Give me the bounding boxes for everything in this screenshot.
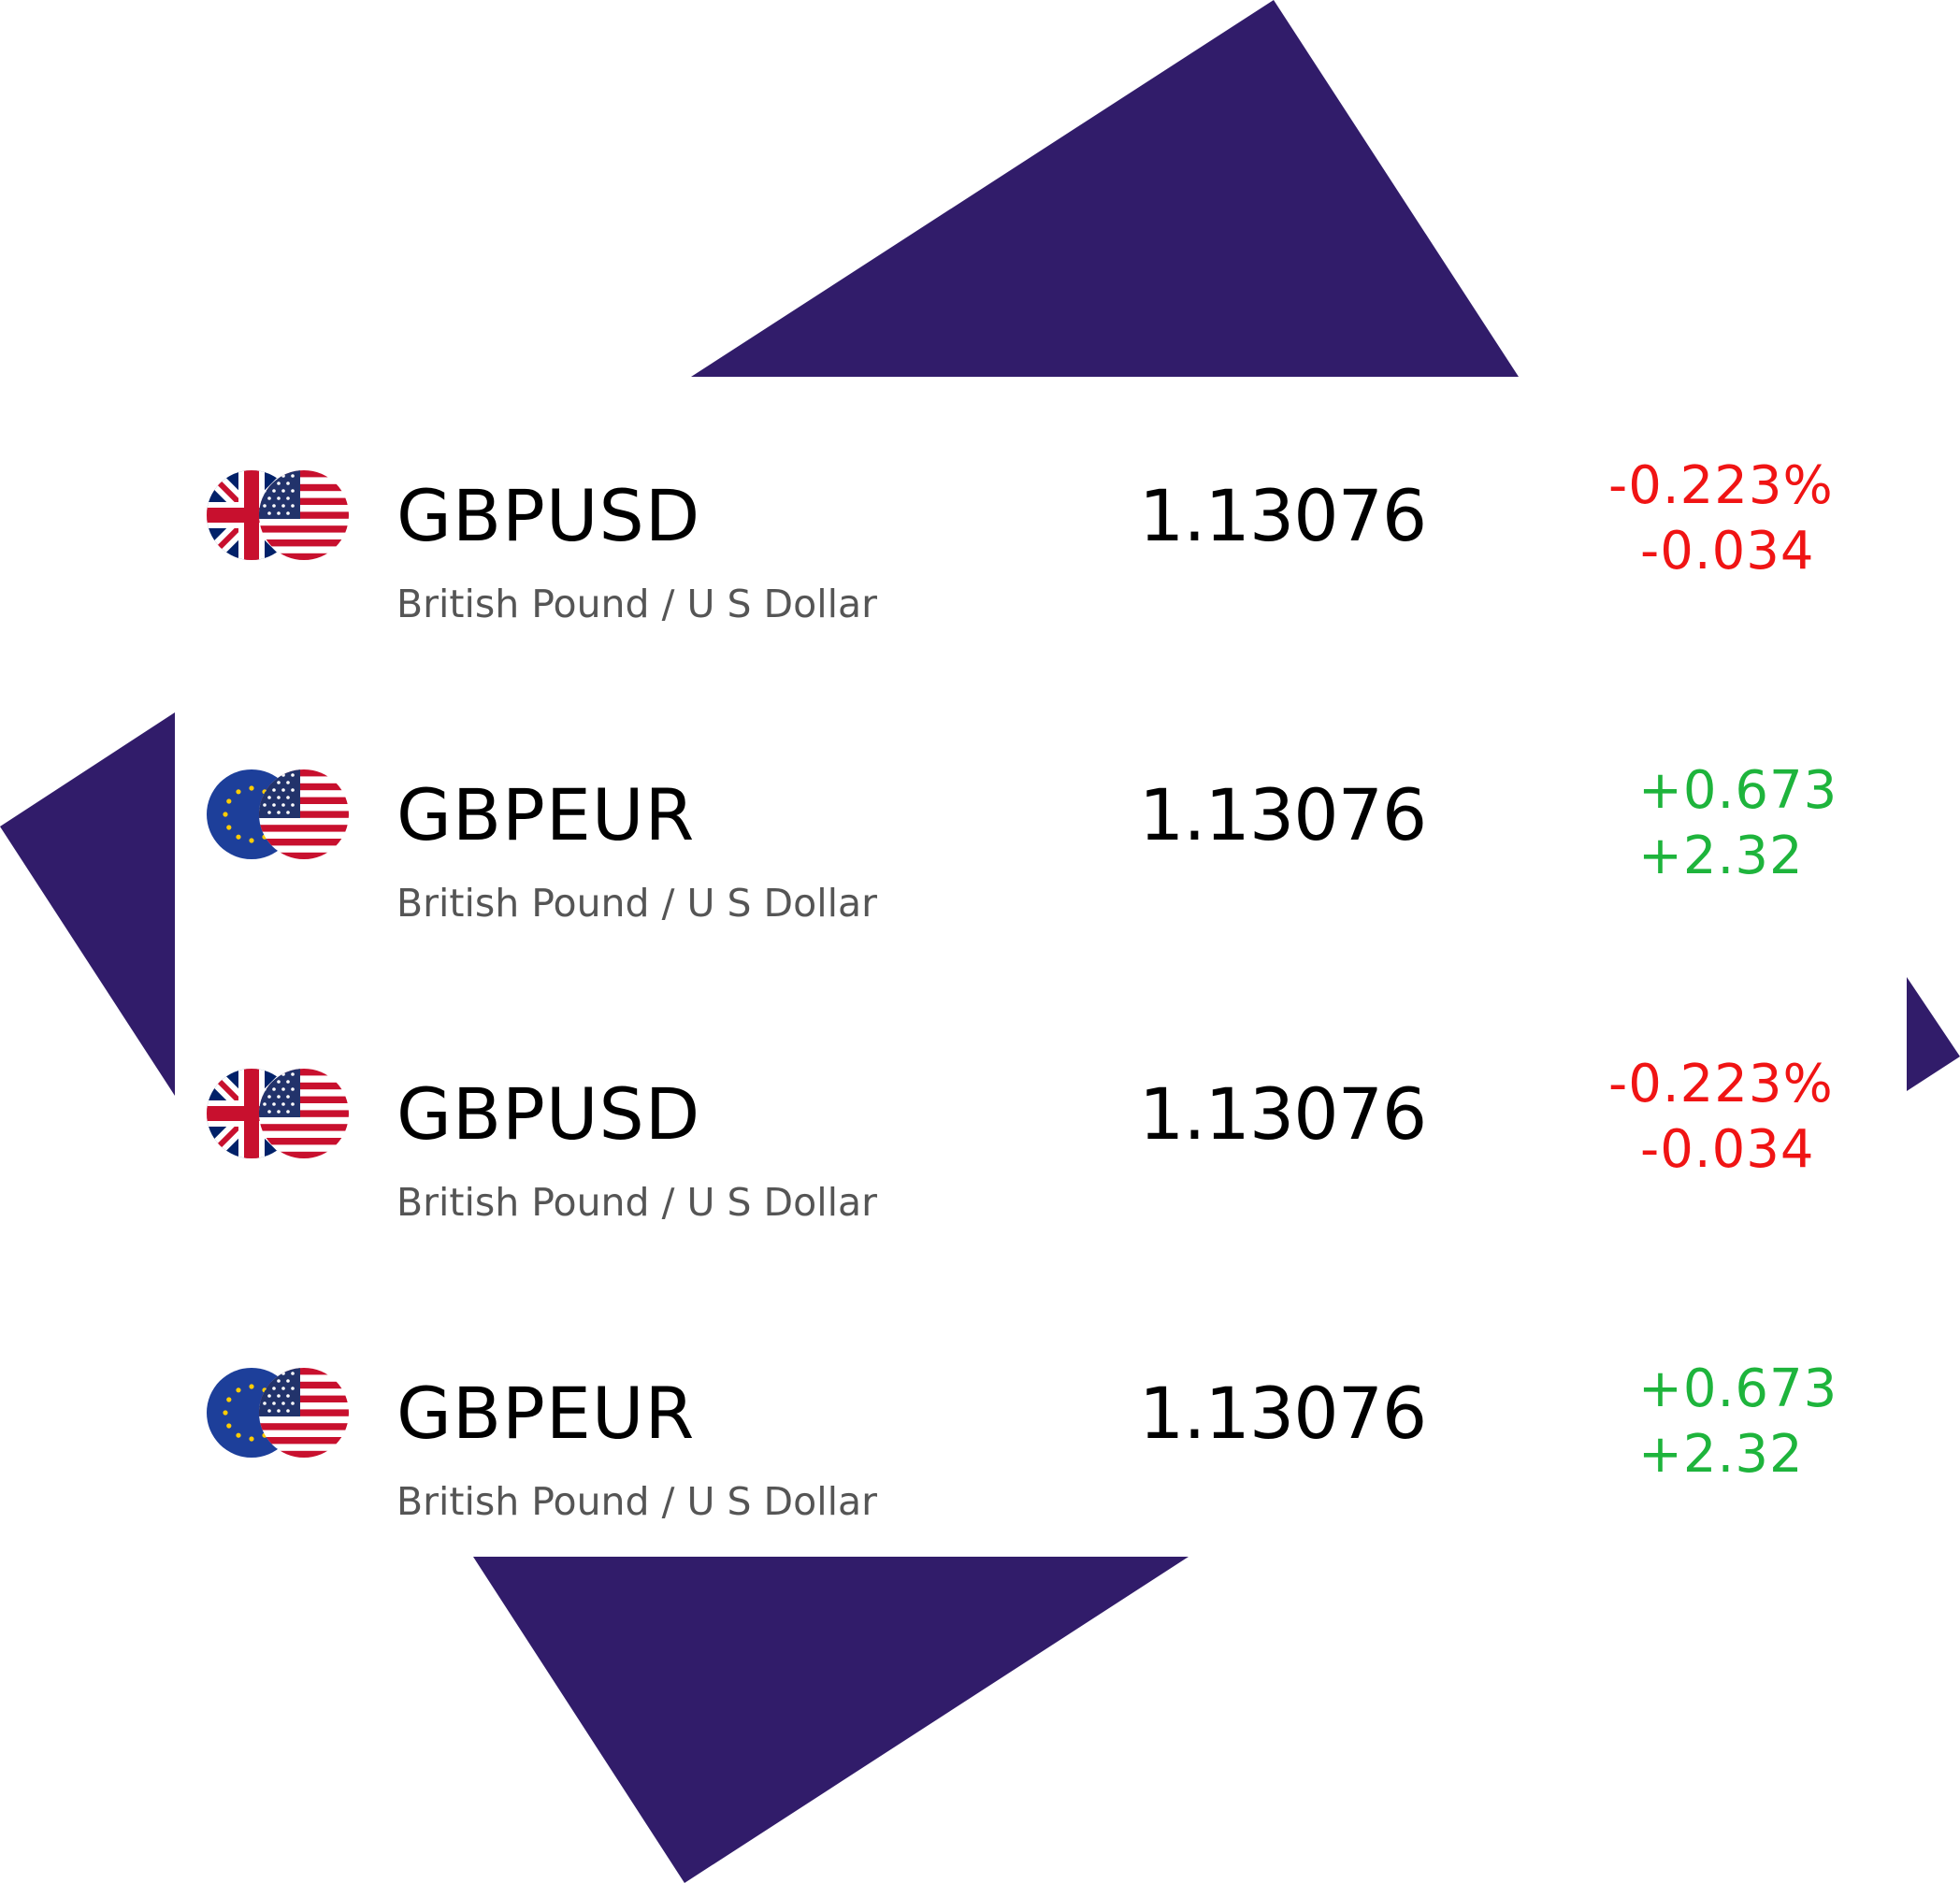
ticker-list: GBPUSD British Pound / U S Dollar 1.1307…	[0, 0, 1960, 1883]
ticker-description: British Pound / U S Dollar	[396, 582, 877, 626]
ticker-symbol: GBPUSD	[396, 474, 701, 557]
ticker-change-value: -0.034	[1640, 1119, 1815, 1180]
currency-pair-flags	[207, 1069, 356, 1162]
us-flag-icon	[259, 470, 349, 560]
ticker-description: British Pound / U S Dollar	[396, 1479, 877, 1524]
ticker-symbol: GBPEUR	[396, 773, 696, 856]
ticker-symbol: GBPEUR	[396, 1372, 696, 1455]
ticker-change-value: -0.034	[1640, 521, 1815, 582]
ticker-change-percent: +0.673	[1638, 760, 1838, 821]
ticker-price: 1.13076	[1139, 773, 1427, 856]
currency-pair-flags	[207, 1368, 356, 1461]
ticker-change-percent: +0.673	[1638, 1358, 1838, 1419]
currency-pair-flags	[207, 769, 356, 863]
ticker-change-value: +2.32	[1638, 826, 1804, 886]
ticker-change-value: +2.32	[1638, 1424, 1804, 1485]
ticker-row[interactable]: GBPUSD British Pound / U S Dollar 1.1307…	[0, 975, 1960, 1274]
ticker-price: 1.13076	[1139, 1372, 1427, 1455]
ticker-price: 1.13076	[1139, 1072, 1427, 1156]
currency-pair-flags	[207, 470, 356, 564]
ticker-symbol: GBPUSD	[396, 1072, 701, 1156]
ticker-change-percent: -0.223%	[1608, 455, 1834, 516]
ticker-description: British Pound / U S Dollar	[396, 881, 877, 926]
ticker-price: 1.13076	[1139, 474, 1427, 557]
us-flag-icon	[259, 1069, 349, 1158]
ticker-row[interactable]: GBPUSD British Pound / U S Dollar 1.1307…	[0, 377, 1960, 676]
ticker-row[interactable]: GBPEUR British Pound / U S Dollar 1.1307…	[0, 676, 1960, 975]
ticker-description: British Pound / U S Dollar	[396, 1180, 877, 1225]
ticker-row[interactable]: GBPEUR British Pound / U S Dollar 1.1307…	[0, 1274, 1960, 1574]
ticker-change-percent: -0.223%	[1608, 1054, 1834, 1114]
us-flag-icon	[259, 1368, 349, 1458]
us-flag-icon	[259, 769, 349, 859]
